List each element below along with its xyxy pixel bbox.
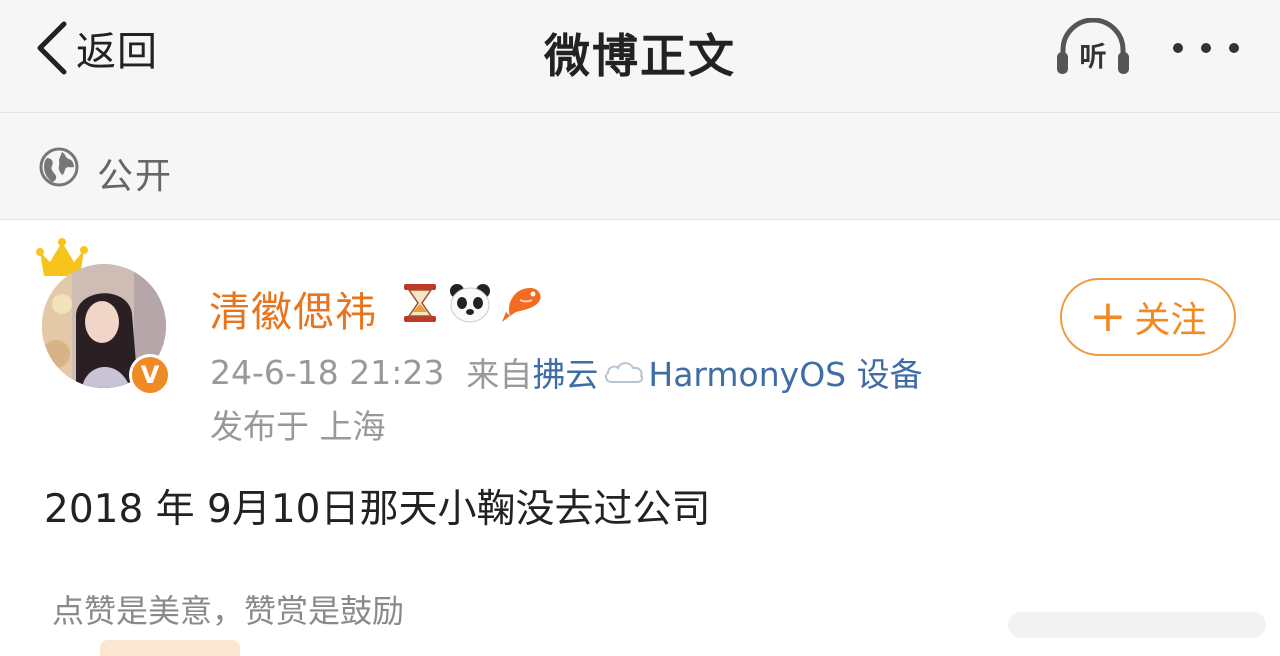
- visibility-label: 公开: [97, 156, 174, 197]
- plus-icon: +: [1089, 291, 1127, 342]
- visibility-row: 公开: [0, 113, 1280, 220]
- reward-prompt: 点赞是美意，赞赏是鼓励: [52, 592, 405, 630]
- source-name: 拂云: [532, 355, 599, 394]
- author-badges: [400, 282, 544, 324]
- top-navigation-bar: 返回 微博正文 听: [0, 0, 1280, 113]
- hourglass-emoji: [404, 284, 436, 322]
- listen-label: 听: [1079, 42, 1107, 73]
- source-prefix: 来自: [466, 355, 533, 394]
- follow-button[interactable]: + 关注: [1060, 278, 1236, 356]
- globe-icon: [39, 147, 79, 187]
- watermark: [1008, 612, 1266, 638]
- post-location: 发布于 上海: [210, 407, 386, 446]
- source-suffix: HarmonyOS 设备: [648, 355, 923, 394]
- source-link[interactable]: 拂云 HarmonyOS 设备: [532, 348, 922, 396]
- cloud-icon: [605, 362, 644, 383]
- post-timestamp: 24-6-18 21:23: [210, 352, 445, 392]
- author-avatar-block[interactable]: V: [36, 236, 186, 396]
- post-body-text: 2018 年 9月10日那天小鞠没去过公司: [44, 487, 711, 532]
- listen-button[interactable]: 听: [1055, 18, 1131, 78]
- panda-emoji: [450, 284, 490, 323]
- reward-tab-edge: [100, 640, 240, 656]
- koi-fish-emoji: [502, 288, 541, 322]
- more-button[interactable]: [1168, 30, 1244, 66]
- post-meta: 24-6-18 21:23 来自 拂云 HarmonyOS 设备: [210, 348, 923, 396]
- follow-label: 关注: [1134, 300, 1207, 341]
- author-name[interactable]: 清徽偲祎: [209, 278, 377, 338]
- more-dots-icon: [1173, 43, 1239, 53]
- verified-badge: V: [129, 354, 171, 396]
